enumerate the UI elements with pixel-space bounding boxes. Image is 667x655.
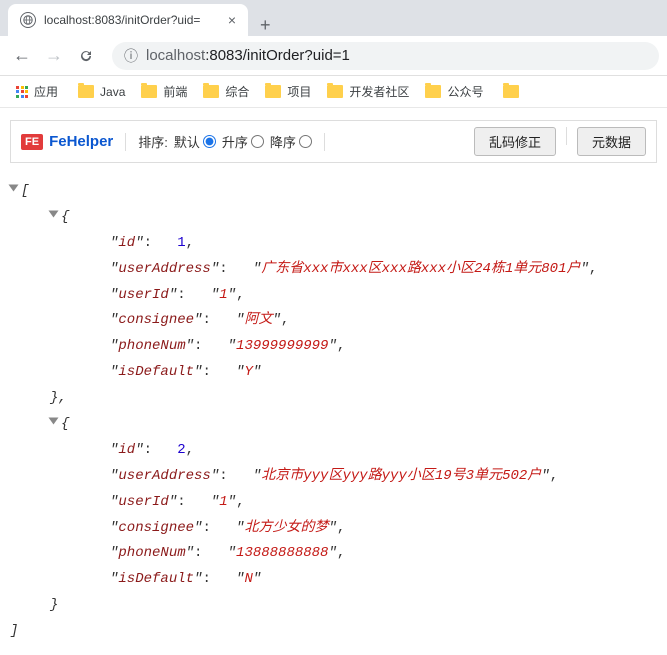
bookmark-folder[interactable]: 项目 (257, 79, 319, 104)
close-icon[interactable]: × (228, 12, 236, 28)
bookmark-label: 项目 (287, 83, 311, 100)
info-icon[interactable]: ⓘ (124, 46, 138, 66)
new-tab-button[interactable]: + (248, 15, 283, 36)
address-bar[interactable]: ⓘ localhost:8083/initOrder?uid=1 (112, 42, 659, 70)
fehelper-badge-icon: FE (21, 134, 43, 150)
json-property: "consignee": "阿文", (10, 308, 657, 334)
json-property: "phoneNum": "13999999999", (10, 334, 657, 360)
globe-icon (20, 12, 36, 28)
bookmark-label: 开发者社区 (349, 83, 409, 100)
separator (324, 133, 325, 151)
json-array-open: [ (10, 179, 657, 205)
sort-asc[interactable]: 升序 (222, 132, 264, 151)
apps-label: 应用 (34, 83, 58, 100)
json-property: "isDefault": "Y" (10, 360, 657, 386)
folder-icon (327, 85, 343, 98)
nav-toolbar: ← → ⓘ localhost:8083/initOrder?uid=1 (0, 36, 667, 76)
fehelper-logo[interactable]: FE FeHelper (21, 133, 113, 150)
json-object-close: } (10, 593, 657, 619)
sort-asc-radio[interactable] (251, 135, 264, 148)
tab-title: localhost:8083/initOrder?uid= (44, 13, 220, 27)
back-button[interactable]: ← (8, 42, 36, 70)
separator (125, 133, 126, 151)
folder-icon (503, 85, 519, 98)
bookmark-label: Java (100, 85, 125, 99)
json-property: "consignee": "北方少女的梦", (10, 516, 657, 542)
json-property: "userAddress": "广东省xxx市xxx区xxx路xxx小区24栋1… (10, 257, 657, 283)
json-property: "id": 1, (10, 231, 657, 257)
sort-default[interactable]: 默认 (174, 132, 216, 151)
json-property: "userAddress": "北京市yyy区yyy路yyy小区19号3单元50… (10, 464, 657, 490)
json-object-open: { (10, 205, 657, 231)
bookmark-label: 前端 (163, 83, 187, 100)
json-viewer: [{"id": 1,"userAddress": "广东省xxx市xxx区xxx… (0, 163, 667, 655)
bookmark-label: 公众号 (447, 83, 483, 100)
json-object-open: { (10, 412, 657, 438)
sort-desc-radio[interactable] (299, 135, 312, 148)
json-property: "userId": "1", (10, 283, 657, 309)
sort-controls: 排序: 默认 升序 降序 (138, 132, 312, 151)
fehelper-brand: FeHelper (49, 133, 113, 150)
bookmark-folder[interactable]: 综合 (195, 79, 257, 104)
json-array-close: ] (10, 619, 657, 645)
apps-icon (16, 86, 28, 98)
reload-button[interactable] (72, 42, 100, 70)
bookmark-folder[interactable]: 前端 (133, 79, 195, 104)
bookmark-label: 综合 (225, 83, 249, 100)
folder-icon (425, 85, 441, 98)
fix-encoding-button[interactable]: 乱码修正 (474, 127, 556, 156)
bookmark-folder[interactable] (495, 81, 527, 102)
json-property: "id": 2, (10, 438, 657, 464)
sort-label: 排序: (138, 132, 168, 151)
separator (566, 127, 567, 145)
browser-chrome: localhost:8083/initOrder?uid= × + (0, 0, 667, 36)
json-property: "userId": "1", (10, 490, 657, 516)
folder-icon (78, 85, 94, 98)
folder-icon (265, 85, 281, 98)
bookmark-folder[interactable]: Java (70, 79, 133, 104)
forward-button[interactable]: → (40, 42, 68, 70)
fehelper-toolbar: FE FeHelper 排序: 默认 升序 降序 乱码修正 元数据 (10, 120, 657, 163)
apps-button[interactable]: 应用 (8, 79, 66, 104)
sort-desc[interactable]: 降序 (270, 132, 312, 151)
collapse-toggle-icon[interactable] (49, 418, 59, 425)
metadata-button[interactable]: 元数据 (577, 127, 646, 156)
url-text: localhost:8083/initOrder?uid=1 (146, 47, 350, 64)
json-object-close: }, (10, 386, 657, 412)
folder-icon (141, 85, 157, 98)
folder-icon (203, 85, 219, 98)
sort-default-radio[interactable] (203, 135, 216, 148)
json-property: "phoneNum": "13888888888", (10, 541, 657, 567)
bookmark-folder[interactable]: 公众号 (417, 79, 491, 104)
collapse-toggle-icon[interactable] (9, 185, 19, 192)
bookmark-folder[interactable]: 开发者社区 (319, 79, 417, 104)
bookmarks-bar: 应用 Java 前端 综合 项目 开发者社区 公众号 (0, 76, 667, 108)
browser-tab[interactable]: localhost:8083/initOrder?uid= × (8, 4, 248, 36)
tab-strip: localhost:8083/initOrder?uid= × + (0, 0, 667, 36)
json-property: "isDefault": "N" (10, 567, 657, 593)
collapse-toggle-icon[interactable] (49, 210, 59, 217)
